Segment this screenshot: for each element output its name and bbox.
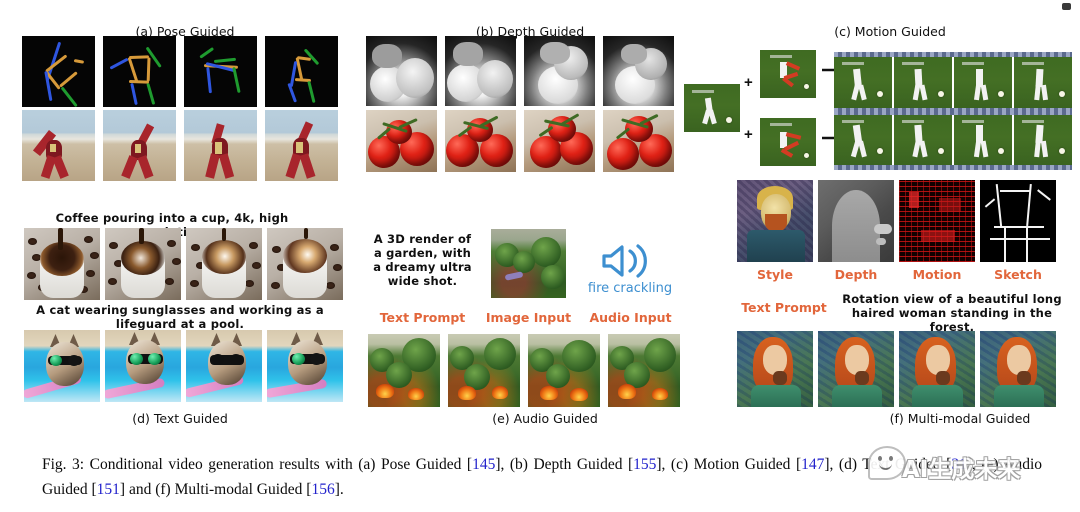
e-label-text-prompt: Text Prompt xyxy=(379,310,466,325)
f-label-depth: Depth xyxy=(834,267,878,282)
motion-condition-thumbnail xyxy=(899,180,975,262)
plus-sign-bottom: + xyxy=(744,126,753,143)
pose-skeleton-frame xyxy=(22,36,95,107)
caption-text: ] and (f) Multi-modal Guided [ xyxy=(119,481,312,499)
coffee-frame xyxy=(24,228,100,300)
garden-output-frame xyxy=(528,334,600,407)
f-label-text-prompt: Text Prompt xyxy=(741,300,827,315)
depth-map-frame xyxy=(603,36,674,106)
ironman-beach-frame xyxy=(184,110,257,181)
woman-output-frame xyxy=(899,331,975,407)
caption-text: ], (d) Text Guided [ xyxy=(824,456,952,473)
multimodal-text-prompt: Rotation view of a beautiful long haired… xyxy=(842,292,1062,335)
citation-reference[interactable]: 155 xyxy=(633,456,656,473)
motion-output-frame xyxy=(954,115,1012,165)
coffee-frame xyxy=(186,228,262,300)
sketch-condition-thumbnail xyxy=(980,180,1056,262)
motion-condition-frame xyxy=(760,50,816,98)
filmstrip-bottom-perforation xyxy=(834,165,1072,170)
pose-skeleton-frame xyxy=(265,36,338,107)
figure-3-conditional-video-generation: (a) Pose Guided Coffee pouring into a cu… xyxy=(0,0,1080,512)
f-label-motion: Motion xyxy=(912,267,962,282)
depth-condition-thumbnail xyxy=(818,180,894,262)
panel-d-title: (d) Text Guided xyxy=(132,411,228,426)
plus-sign-top: + xyxy=(744,74,753,91)
cat-pool-frame xyxy=(186,330,262,402)
depth-map-frame xyxy=(524,36,595,106)
motion-output-grid xyxy=(834,52,1072,170)
panel-e-title: (e) Audio Guided xyxy=(492,411,598,426)
motion-condition-frame xyxy=(760,118,816,166)
citation-reference[interactable]: 145 xyxy=(472,456,495,473)
woman-output-frame xyxy=(818,331,894,407)
woman-output-frame xyxy=(737,331,813,407)
tomato-frame xyxy=(445,110,516,172)
audio-caption: fire crackling xyxy=(587,281,673,296)
image-input-thumbnail xyxy=(491,229,566,298)
panel-c-title: (c) Motion Guided xyxy=(834,24,946,39)
tomato-frame xyxy=(366,110,437,172)
panel-f-title: (f) Multi-modal Guided xyxy=(889,411,1031,426)
citation-reference[interactable]: 147 xyxy=(801,456,824,473)
pose-skeleton-frame xyxy=(184,36,257,107)
tomato-frame xyxy=(603,110,674,172)
cat-pool-frame xyxy=(267,330,343,402)
motion-output-frame xyxy=(834,57,892,108)
depth-map-frame xyxy=(366,36,437,106)
f-label-sketch: Sketch xyxy=(994,267,1042,282)
page-corner-mark xyxy=(1062,3,1071,10)
caption-text: ]. xyxy=(334,481,344,499)
garden-output-frame xyxy=(448,334,520,407)
caption-text: ], (b) Depth Guided [ xyxy=(495,456,634,473)
citation-reference[interactable]: 31 xyxy=(951,456,967,473)
tomato-frame xyxy=(524,110,595,172)
motion-output-frame xyxy=(954,57,1012,108)
audio-text-prompt: A 3D render of a garden, with a dreamy u… xyxy=(373,232,472,289)
coffee-frame xyxy=(105,228,181,300)
figure-caption: Fig. 3: Conditional video generation res… xyxy=(42,452,1042,502)
motion-source-frame xyxy=(684,84,740,132)
coffee-frame xyxy=(267,228,343,300)
ironman-beach-frame xyxy=(22,110,95,181)
citation-reference[interactable]: 156 xyxy=(311,481,334,498)
motion-output-frame xyxy=(834,115,892,165)
e-label-image-input: Image Input xyxy=(485,310,572,325)
motion-output-frame xyxy=(894,57,952,108)
style-condition-thumbnail xyxy=(737,180,813,262)
motion-output-frame xyxy=(1014,115,1072,165)
filmstrip-middle-perforation xyxy=(834,108,1072,115)
ironman-beach-frame xyxy=(103,110,176,181)
caption-text: Fig. 3: Conditional video generation res… xyxy=(42,456,473,473)
citation-reference[interactable]: 151 xyxy=(97,481,120,498)
e-label-audio-input: Audio Input xyxy=(589,310,672,325)
text-prompt-cat: A cat wearing sunglasses and working as … xyxy=(36,303,324,332)
garden-output-frame xyxy=(368,334,440,407)
cat-pool-frame xyxy=(24,330,100,402)
motion-output-frame xyxy=(1014,57,1072,108)
depth-map-frame xyxy=(445,36,516,106)
ironman-beach-frame xyxy=(265,110,338,181)
f-label-style: Style xyxy=(757,267,793,282)
garden-output-frame xyxy=(608,334,680,407)
motion-output-frame xyxy=(894,115,952,165)
cat-pool-frame xyxy=(105,330,181,402)
pose-skeleton-frame xyxy=(103,36,176,107)
caption-text: ], (c) Motion Guided [ xyxy=(656,456,802,473)
audio-icon xyxy=(600,243,658,284)
woman-output-frame xyxy=(980,331,1056,407)
